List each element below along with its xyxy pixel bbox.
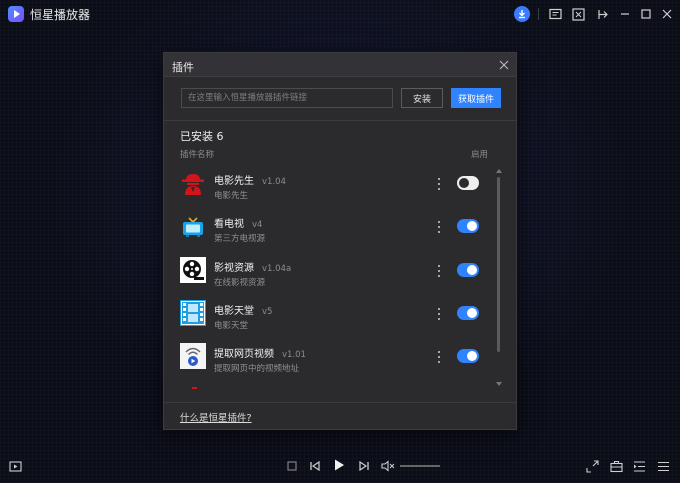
fullscreen-icon[interactable] — [584, 458, 600, 474]
plugin-name: 电影天堂v5 — [214, 302, 272, 317]
app-title[interactable]: 恒星播放器 — [30, 6, 90, 23]
plugin-version: v1.01 — [282, 350, 306, 360]
message-icon[interactable] — [547, 6, 563, 22]
volume-mute-icon[interactable] — [380, 458, 396, 474]
playlist-toggle-icon[interactable] — [631, 458, 647, 474]
plugin-description: 在线影视资源 — [214, 276, 265, 288]
app-logo-icon — [8, 6, 24, 22]
play-icon[interactable] — [331, 457, 347, 473]
plugin-list: 电影先生v1.04 电影先生 看电视v4 — [164, 165, 516, 390]
red-hat-spy-icon — [180, 170, 206, 196]
install-button[interactable]: 安装 — [401, 88, 443, 108]
plugin-url-input[interactable] — [181, 88, 393, 108]
menu-icon[interactable] — [655, 458, 671, 474]
plugin-enable-toggle[interactable] — [457, 219, 479, 233]
app-window: 恒星播放器 插件 安装 — [0, 0, 680, 483]
column-header-enable: 启用 — [471, 148, 488, 160]
pin-icon[interactable] — [594, 6, 610, 22]
plugin-enable-toggle[interactable] — [457, 306, 479, 320]
scroll-down-icon[interactable] — [496, 382, 502, 386]
next-plugin-peek — [192, 387, 197, 389]
scrollbar-thumb[interactable] — [497, 177, 500, 352]
stop-icon[interactable] — [284, 458, 300, 474]
plugin-dialog: 插件 安装 获取插件 已安装 6 插件名称 启用 — [163, 52, 517, 430]
download-icon[interactable] — [514, 6, 530, 22]
scroll-up-icon[interactable] — [496, 169, 502, 173]
title-bar: 恒星播放器 — [0, 0, 680, 28]
installed-count: 已安装 6 — [180, 128, 224, 144]
plugin-description: 第三方电视源 — [214, 232, 265, 244]
plugin-row[interactable]: 电影天堂v5 电影天堂 — [164, 295, 499, 338]
plugin-version: v5 — [262, 307, 272, 317]
plugin-description: 提取网页中的视频地址 — [214, 362, 299, 374]
toolbox-icon[interactable] — [608, 458, 624, 474]
what-is-plugin-link[interactable]: 什么是恒星插件? — [180, 410, 252, 424]
plugin-description: 电影天堂 — [214, 319, 248, 331]
plugin-row[interactable]: 影视资源v1.04a 在线影视资源 — [164, 252, 499, 295]
plugin-row[interactable]: 提取网页视频v1.01 提取网页中的视频地址 — [164, 338, 499, 381]
plugin-name: 看电视v4 — [214, 215, 262, 230]
screenshot-icon[interactable] — [570, 6, 586, 22]
plugin-enable-toggle[interactable] — [457, 349, 479, 363]
plugin-name: 影视资源v1.04a — [214, 259, 291, 274]
plugin-version: v1.04a — [262, 264, 291, 274]
volume-slider[interactable] — [400, 465, 440, 467]
next-icon[interactable] — [356, 458, 372, 474]
dialog-title: 插件 — [172, 59, 194, 75]
close-icon[interactable] — [659, 6, 675, 22]
plugin-version: v1.04 — [262, 177, 286, 187]
maximize-icon[interactable] — [638, 6, 654, 22]
plugin-name: 提取网页视频v1.01 — [214, 345, 306, 360]
plugin-description: 电影先生 — [214, 189, 248, 201]
plugin-row[interactable]: 电影先生v1.04 电影先生 — [164, 165, 499, 208]
more-options-icon[interactable] — [436, 308, 442, 320]
plugin-name: 电影先生v1.04 — [214, 172, 286, 187]
get-plugins-button[interactable]: 获取插件 — [451, 88, 501, 108]
minimize-icon[interactable] — [617, 6, 633, 22]
title-separator — [538, 8, 539, 20]
plugin-enable-toggle[interactable] — [457, 176, 479, 190]
divider — [164, 120, 516, 121]
plugin-version: v4 — [252, 220, 262, 230]
divider — [164, 402, 516, 403]
previous-icon[interactable] — [307, 458, 323, 474]
more-options-icon[interactable] — [436, 351, 442, 363]
tv-icon — [180, 213, 206, 239]
film-reel-icon — [180, 257, 206, 283]
close-icon[interactable] — [498, 59, 510, 71]
dialog-header: 插件 — [164, 53, 516, 77]
more-options-icon[interactable] — [436, 221, 442, 233]
column-header-name: 插件名称 — [180, 148, 214, 160]
playlist-icon[interactable] — [7, 459, 23, 475]
film-strip-icon — [180, 300, 206, 326]
plugin-enable-toggle[interactable] — [457, 263, 479, 277]
more-options-icon[interactable] — [436, 265, 442, 277]
more-options-icon[interactable] — [436, 178, 442, 190]
web-video-icon — [180, 343, 206, 369]
plugin-row[interactable]: 看电视v4 第三方电视源 — [164, 208, 499, 251]
